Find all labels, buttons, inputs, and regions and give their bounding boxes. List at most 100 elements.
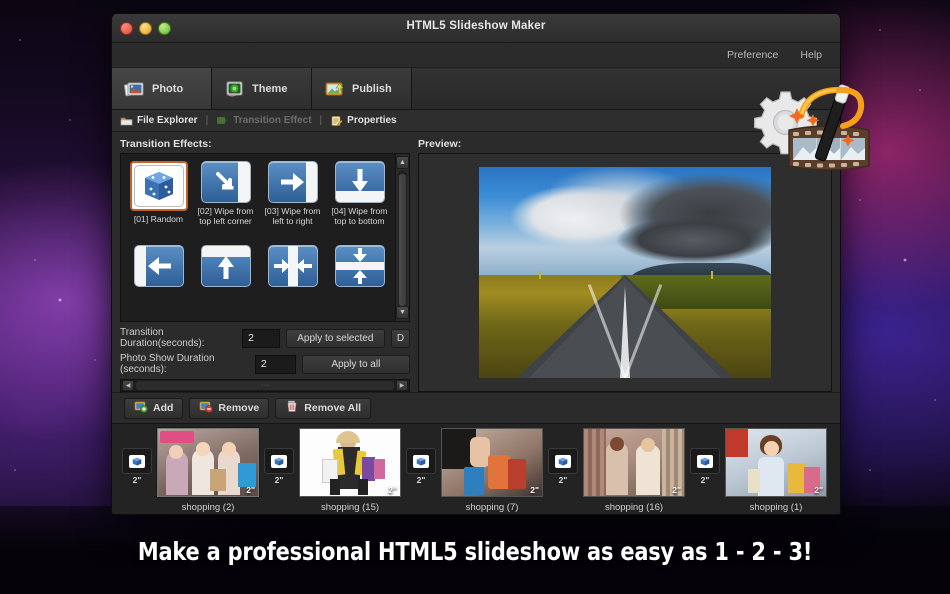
- transition-duration-label: Transition Duration(seconds):: [120, 327, 205, 349]
- sub-toolbar: File Explorer | Transition Effect | Prop…: [112, 110, 840, 132]
- preview-area[interactable]: [418, 153, 832, 392]
- storyboard-photo-1[interactable]: 2" shopping (15): [294, 428, 406, 513]
- transition-duration-badge: 2": [700, 475, 710, 485]
- transition-duration-badge: 2": [558, 475, 568, 485]
- storyboard-transition-4[interactable]: 2": [690, 448, 720, 485]
- add-photo-icon: [134, 400, 148, 416]
- clipped-default-button[interactable]: D: [390, 328, 410, 348]
- add-button-label: Add: [153, 402, 174, 414]
- theme-swirl-icon: [224, 80, 246, 98]
- transition-effect-04[interactable]: [04] Wipe from top to bottom: [326, 158, 393, 242]
- subtoolbar-properties[interactable]: Properties: [330, 115, 397, 127]
- transition-effects-scrollbar[interactable]: ▲ ▼: [395, 154, 409, 321]
- transition-duration-badge: 2": [416, 475, 426, 485]
- toolbar-divider-2: |: [319, 115, 323, 126]
- arrow-left-icon: [133, 245, 184, 287]
- subtoolbar-file-explorer[interactable]: File Explorer: [120, 115, 198, 127]
- transition-effect-03-label: [03] Wipe from left to right: [264, 206, 321, 226]
- apply-to-all-button[interactable]: Apply to all: [301, 354, 410, 374]
- storyboard-transition-3[interactable]: 2": [548, 448, 578, 485]
- photo-name: shopping (2): [181, 502, 235, 513]
- transition-icon: [216, 115, 229, 127]
- remove-button-label: Remove: [218, 402, 260, 414]
- transition-slot[interactable]: [690, 448, 720, 474]
- photos-stack-icon: [124, 80, 146, 98]
- scroll-left-button[interactable]: ◀: [122, 380, 134, 391]
- apply-to-selected-button[interactable]: Apply to selected: [285, 328, 385, 348]
- scrollbar-track[interactable]: [398, 171, 407, 307]
- transition-effect-03[interactable]: [03] Wipe from left to right: [259, 158, 326, 242]
- preference-menu-item[interactable]: Preference: [727, 49, 778, 61]
- photo-thumbnail[interactable]: 2": [725, 428, 827, 497]
- transition-duration-badge: 2": [274, 475, 284, 485]
- tab-photo-label: Photo: [152, 82, 184, 95]
- dice-icon: [133, 165, 184, 207]
- transition-slot[interactable]: [122, 448, 152, 474]
- properties-icon: [330, 115, 343, 127]
- help-menu-item[interactable]: Help: [800, 49, 822, 61]
- arrow-right-icon: [267, 161, 318, 203]
- photo-toolbar: Add Remove Remove All: [112, 392, 840, 423]
- trash-icon: [285, 400, 299, 416]
- photo-thumbnail[interactable]: 2": [299, 428, 401, 497]
- storyboard-photo-0[interactable]: 2" shopping (2): [152, 428, 264, 513]
- remove-photo-icon: [199, 400, 214, 416]
- storyboard-transition-0[interactable]: 2": [122, 448, 152, 485]
- app-logo: [735, 78, 887, 182]
- transition-duration-row: Transition Duration(seconds): 2 Apply to…: [120, 327, 410, 349]
- photo-show-duration-input[interactable]: 2: [254, 354, 296, 374]
- title-bar[interactable]: HTML5 Slideshow Maker: [112, 14, 840, 43]
- window-title: HTML5 Slideshow Maker: [406, 20, 546, 32]
- scrollbar-thumb[interactable]: [398, 173, 407, 307]
- transition-effect-02[interactable]: [02] Wipe from top left corner: [192, 158, 259, 242]
- storyboard-strip[interactable]: 2" 2" shopping (2) 2" 2" shopping (15) 2…: [112, 423, 840, 514]
- preview-post-right: [711, 271, 713, 279]
- storyboard-photo-3[interactable]: 2" shopping (16): [578, 428, 690, 513]
- tab-publish[interactable]: Publish: [312, 68, 412, 109]
- photo-duration-badge: 2": [246, 485, 255, 495]
- storyboard-transition-1[interactable]: 2": [264, 448, 294, 485]
- transition-slot[interactable]: [548, 448, 578, 474]
- horizontal-scrollbar[interactable]: ◀ ··· ▶: [120, 379, 410, 392]
- hscroll-thumb[interactable]: ···: [136, 381, 394, 390]
- remove-all-button[interactable]: Remove All: [275, 397, 372, 419]
- transition-slot[interactable]: [264, 448, 294, 474]
- properties-label: Properties: [347, 115, 397, 126]
- work-area: Transition Effects: [01] Random [02] Wip…: [112, 132, 840, 392]
- tab-theme[interactable]: Theme: [212, 68, 312, 109]
- screen: HTML5 Slideshow Maker Preference Help Ph…: [0, 0, 950, 594]
- preview-image: [479, 167, 771, 378]
- dice-icon: [271, 454, 287, 468]
- scroll-up-button[interactable]: ▲: [396, 156, 409, 169]
- transition-duration-input[interactable]: 2: [242, 328, 280, 348]
- tab-photo[interactable]: Photo: [112, 68, 212, 109]
- transition-slot[interactable]: [406, 448, 436, 474]
- transition-effects-list[interactable]: [01] Random [02] Wipe from top left corn: [120, 153, 410, 322]
- storyboard-photo-4[interactable]: 2" shopping (1): [720, 428, 832, 513]
- remove-button[interactable]: Remove: [189, 397, 270, 419]
- transition-effect-05[interactable]: [125, 242, 192, 321]
- arrow-down-icon: [334, 161, 385, 203]
- transition-effect-02-label: [02] Wipe from top left corner: [197, 206, 254, 226]
- subtoolbar-transition-effect[interactable]: Transition Effect: [216, 115, 312, 127]
- transition-effect-07[interactable]: [259, 242, 326, 321]
- transition-effects-title: Transition Effects:: [120, 138, 212, 150]
- transition-effect-08[interactable]: [326, 242, 393, 321]
- storyboard-transition-2[interactable]: 2": [406, 448, 436, 485]
- transition-effect-06[interactable]: [192, 242, 259, 321]
- photo-thumbnail[interactable]: 2": [583, 428, 685, 497]
- storyboard-photo-2[interactable]: 2" shopping (7): [436, 428, 548, 513]
- folder-icon: [120, 115, 133, 127]
- scroll-down-button[interactable]: ▼: [396, 306, 409, 319]
- marketing-tagline: Make a professional HTML5 slideshow as e…: [137, 537, 813, 566]
- photo-thumbnail[interactable]: 2": [157, 428, 259, 497]
- photo-thumbnail[interactable]: 2": [441, 428, 543, 497]
- transition-effect-04-label: [04] Wipe from top to bottom: [331, 206, 388, 226]
- transition-effect-01[interactable]: [01] Random: [125, 158, 192, 242]
- remove-all-button-label: Remove All: [304, 402, 362, 414]
- selection-highlight: [129, 161, 188, 211]
- transition-effects-grid: [01] Random [02] Wipe from top left corn: [121, 154, 395, 321]
- photo-name: shopping (15): [320, 502, 380, 513]
- scroll-right-button[interactable]: ▶: [396, 380, 408, 391]
- add-button[interactable]: Add: [124, 397, 184, 419]
